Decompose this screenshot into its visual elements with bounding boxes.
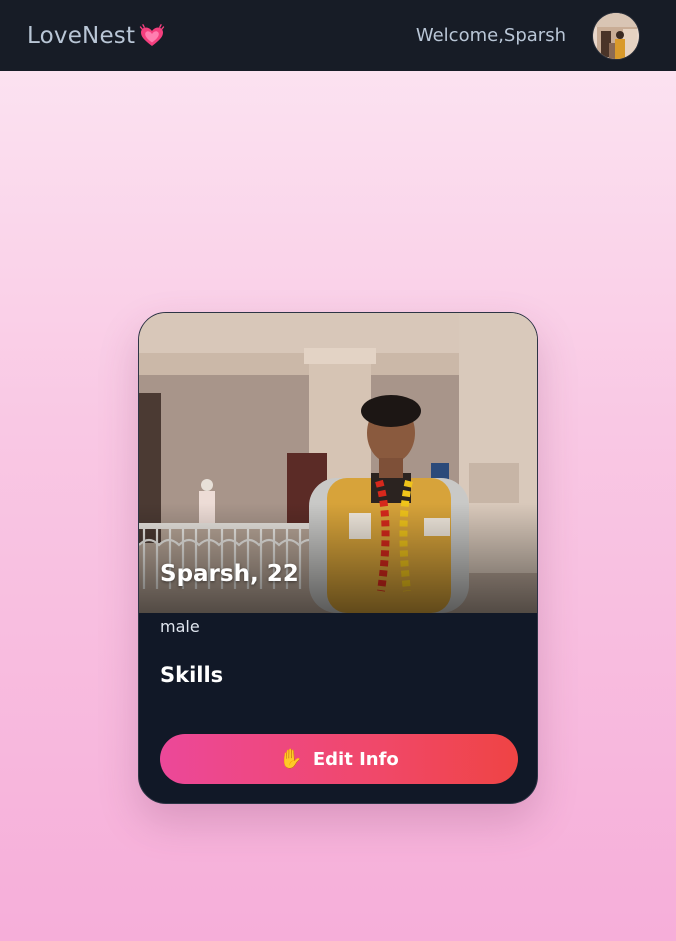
nav-right: Welcome,Sparsh: [415, 11, 640, 60]
profile-card: Sparsh, 22 male Skills ✋ Edit Info: [138, 312, 538, 804]
profile-gender: male: [160, 617, 200, 636]
raised-hand-icon: ✋: [279, 747, 303, 770]
edit-info-button[interactable]: ✋ Edit Info: [160, 734, 518, 784]
brand-logo[interactable]: LoveNest: [27, 23, 165, 49]
avatar-photo: [593, 12, 639, 59]
skills-heading: Skills: [160, 663, 224, 687]
edit-info-label: Edit Info: [312, 748, 399, 770]
welcome-text: Welcome,Sparsh: [415, 25, 566, 46]
brand-name[interactable]: LoveNest: [27, 23, 135, 49]
photo-gradient-overlay: [139, 503, 537, 613]
user-avatar[interactable]: [592, 11, 640, 60]
sparkling-heart-icon: [140, 23, 165, 46]
navbar: LoveNest Welcome,Sparsh: [0, 0, 676, 71]
profile-name-age: Sparsh, 22: [160, 561, 299, 587]
